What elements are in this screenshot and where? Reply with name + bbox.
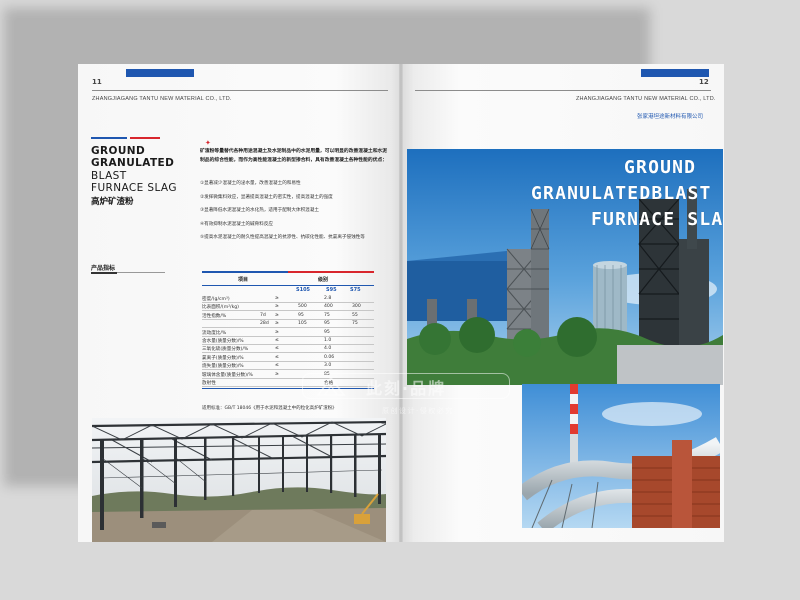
feature-item: ③显著降低水泥混凝土的水化热，适用于配制大体积混凝土 (200, 208, 319, 213)
chimney-pipes-photo (522, 384, 720, 528)
row-value: 75 (352, 321, 358, 327)
header-rule (92, 90, 388, 91)
page-number: 11 (92, 78, 102, 86)
table-row: 含水量(质量分数)/% ≤1.0 (202, 337, 374, 345)
table-top-bar-red (288, 271, 374, 273)
arrow-marker-icon: ✦ (205, 139, 211, 147)
row-value: 0.06 (324, 354, 335, 360)
header-rule (415, 90, 711, 91)
title-cn: 高炉矿渣粉 (91, 197, 134, 207)
spec-section-label: 产品指标 (91, 265, 116, 272)
row-operator: ≥ (275, 321, 279, 327)
left-page: 11 ZHANGJIAGANG TANTU NEW MATERIAL CO., … (78, 64, 401, 542)
row-property: 放射性 (202, 381, 216, 386)
table-row: 流动度比/% ≥95 (202, 329, 374, 337)
table-header-rule (202, 285, 374, 286)
table-top-bar-blue (202, 271, 288, 273)
row-value: 55 (352, 312, 358, 318)
title-rule-blue (91, 137, 127, 139)
row-property: 密度/(g/cm³) (202, 297, 230, 302)
row-age: 7d (260, 312, 266, 318)
steel-structure-photo (92, 418, 386, 542)
feature-item: ①显著减少混凝土的泌水量，改善混凝土的和易性 (200, 181, 301, 186)
row-value: 1.0 (324, 338, 332, 343)
slag-plant-photo: GROUND GRANULATEDBLAST FURNACE SLAG (407, 149, 723, 385)
row-value: 3.0 (324, 363, 332, 369)
row-value: 105 (298, 321, 307, 327)
row-property: 比表面积/(m²/kg) (202, 305, 239, 311)
table-row: 烧失量(质量分数)/% ≤3.0 (202, 362, 374, 371)
row-value: 4.0 (324, 346, 332, 352)
grade-s75: S75 (350, 287, 361, 293)
row-property: 活性指数/% (202, 313, 227, 319)
row-operator: ≤ (275, 354, 279, 360)
hero-title-line-1: GROUND (624, 157, 697, 178)
row-operator: ≤ (275, 346, 279, 352)
grade-s105: S105 (296, 287, 311, 293)
watermark-logo-icon (316, 376, 346, 396)
table-row: 氯离子(质量分数)/% ≤0.06 (202, 354, 374, 362)
row-property: 三氧化硫(质量分数)/% (202, 347, 249, 353)
row-value: 300 (352, 304, 361, 310)
row-property: 玻璃体含量(质量分数)/% (202, 372, 253, 378)
row-age: 28d (260, 321, 269, 327)
row-value: 75 (324, 312, 330, 318)
row-property: 流动度比/% (202, 330, 227, 336)
row-operator: ≤ (275, 363, 279, 369)
table-row: 三氧化硫(质量分数)/% ≤4.0 (202, 345, 374, 354)
row-property: 氯离子(质量分数)/% (202, 355, 244, 361)
watermark-text: 此刻·品牌 (366, 379, 447, 398)
hero-title-line-2: GRANULATEDBLAST (531, 183, 712, 204)
table-header-grade: 级别 (318, 277, 329, 283)
table-row: 密度/(g/cm³) ≥2.8 (202, 295, 374, 303)
title-line-1: GROUND (91, 145, 146, 157)
feature-item: ②发挥微集料效应，显著提高混凝土的密实性，提高混凝土的强度 (200, 194, 333, 200)
table-row: 比表面积/(m²/kg) ≥500 400 300 (202, 303, 374, 312)
right-page: 12 ZHANGJIAGANG TANTU NEW MATERIAL CO., … (401, 64, 724, 542)
row-operator: ≥ (275, 296, 279, 301)
company-name-en: ZHANGJIAGANG TANTU NEW MATERIAL CO., LTD… (92, 96, 232, 102)
grade-s95: S95 (326, 287, 337, 293)
table-row: 28d ≥105 95 75 (202, 320, 374, 329)
row-operator: ≤ (275, 338, 279, 343)
company-name-en: ZHANGJIAGANG TANTU NEW MATERIAL CO., LTD… (576, 96, 716, 102)
feature-item: ⑤提高水泥混凝土的耐久性提高混凝土的抗渗性、抗碳化性能、抗氯离子侵蚀性等 (200, 235, 365, 240)
watermark: 此刻·品牌 原创设计·侵权必究 (302, 373, 510, 429)
row-operator: ≥ (275, 304, 279, 310)
feature-item: ④有效抑制水泥混凝土的碱骨料反应 (200, 221, 274, 227)
brochure-spread: 11 ZHANGJIAGANG TANTU NEW MATERIAL CO., … (78, 64, 724, 542)
page-number: 12 (699, 78, 709, 86)
intro-paragraph: 矿渣粉等量替代各种用途混凝土及水泥制品中的水泥用量，可以明显的改善混凝土和水泥制… (200, 149, 388, 163)
row-value: 2.8 (324, 296, 332, 301)
feature-list: ①显著减少混凝土的泌水量，改善混凝土的和易性 ②发挥微集料效应，显著提高混凝土的… (200, 181, 388, 249)
watermark-subtext: 原创设计·侵权必究 (382, 407, 454, 415)
company-name-cn: 张家港坦途新材料有限公司 (637, 114, 704, 120)
row-value: 95 (298, 312, 304, 318)
row-value: 95 (324, 321, 330, 327)
brochure-spine (399, 64, 403, 542)
table-header-item: 项目 (238, 277, 249, 283)
row-value: 400 (324, 304, 333, 310)
spec-underline-accent (91, 272, 117, 274)
row-operator: ≥ (275, 312, 279, 318)
table-row: 活性指数/% 7d ≥95 75 55 (202, 312, 374, 320)
hero-title-line-3: FURNACE SLAG (591, 209, 723, 230)
header-blue-band (126, 69, 194, 77)
row-value: 95 (324, 329, 330, 335)
title-line-3: BLAST (91, 170, 127, 182)
title-line-2: GRANULATED (91, 157, 175, 169)
title-line-4: FURNACE SLAG (91, 182, 177, 194)
row-property: 含水量(质量分数)/% (202, 339, 244, 344)
row-operator: ≥ (275, 329, 279, 335)
row-property: 烧失量(质量分数)/% (202, 364, 244, 370)
title-rule-red (130, 137, 160, 139)
header-blue-band (641, 69, 709, 77)
row-value: 500 (298, 304, 307, 310)
row-operator: ≥ (275, 371, 279, 377)
